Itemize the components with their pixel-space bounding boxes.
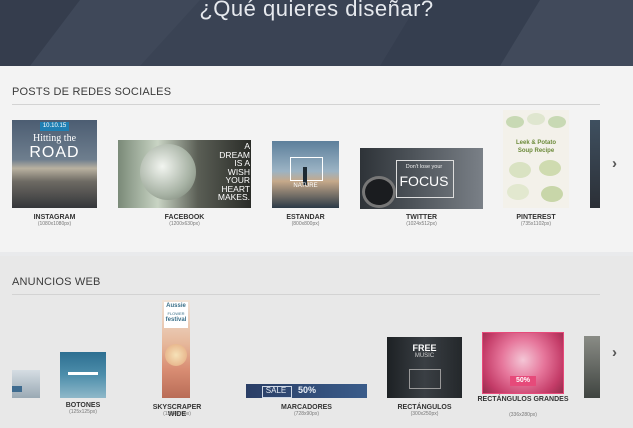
template-rectangulos[interactable]: FREE MUSIC RECTÁNGULOS (300x250px) — [387, 337, 462, 418]
soup-bowl — [507, 184, 529, 200]
thumb-quote-line: MAKES. — [217, 192, 250, 202]
thumb-shape — [12, 386, 22, 392]
template-marcadores[interactable]: SALE 50% MARCADORES (728x90px) — [246, 384, 367, 418]
thumb-text: Hitting the — [32, 133, 77, 144]
facebook-thumbnail: A DREAM IS A WISH YOUR HEART MAKES. — [118, 140, 251, 208]
thumb-text: Soup Recipe — [517, 148, 555, 154]
thumb-text-line — [68, 372, 98, 375]
template-size: (728x90px) — [293, 411, 319, 417]
thumb-text: Aussie — [166, 303, 186, 309]
rectangulos-thumbnail: FREE MUSIC — [387, 337, 462, 398]
camera-lens — [362, 176, 396, 208]
template-label: ESTANDAR — [286, 214, 325, 221]
thumb-text: FREE — [412, 343, 437, 353]
template-size: (1024x512px) — [406, 221, 437, 227]
soup-bowl — [527, 113, 545, 125]
template-estandar[interactable]: NATURE ESTANDAR (800x800px) — [272, 141, 339, 230]
template-label: MARCADORES — [281, 404, 332, 411]
hero-title: ¿Qué quieres diseñar? — [199, 0, 434, 21]
template-partial[interactable] — [590, 120, 600, 208]
template-size: (1200x630px) — [169, 221, 200, 227]
thumb-frame — [409, 369, 441, 389]
thumb-text: 50% — [297, 385, 316, 395]
chevron-right-icon[interactable]: › — [612, 155, 617, 172]
template-size: (800x800px) — [291, 221, 320, 227]
template-label: RECTÁNGULOS — [397, 404, 452, 411]
template-skyscraper[interactable]: Aussie FLOWER festival SKYSCRAPER WIDE (… — [144, 300, 210, 418]
template-size: (735x1102px) — [520, 221, 552, 227]
thumb-text: FOCUS — [399, 173, 449, 189]
soup-bowl — [509, 162, 531, 178]
template-size: (336x280px) — [509, 412, 537, 418]
chevron-right-icon[interactable]: › — [612, 344, 617, 361]
template-label: PINTEREST — [516, 214, 556, 221]
template-partial[interactable] — [12, 370, 40, 398]
flower-image — [165, 344, 187, 366]
soup-bowl — [539, 160, 561, 176]
thumb-text: NATURE — [293, 183, 318, 189]
thumb-text: Don't lose your — [405, 164, 443, 170]
soup-bowl — [541, 186, 563, 202]
thumb-text: Leek & Potato — [515, 140, 556, 146]
template-botones[interactable]: BOTONES (125x125px) — [60, 352, 106, 418]
section-divider — [12, 294, 600, 295]
template-instagram[interactable]: 10.10.15 Hitting the ROAD INSTAGRAM (108… — [12, 120, 97, 230]
botones-thumbnail — [60, 352, 106, 398]
skyscraper-thumbnail: Aussie FLOWER festival — [162, 300, 190, 398]
social-posts-section: POSTS DE REDES SOCIALES 10.10.15 Hitting… — [0, 66, 633, 252]
dandelion-image — [140, 144, 196, 200]
template-twitter[interactable]: Don't lose your FOCUS TWITTER (1024x512p… — [360, 148, 483, 230]
thumb-date: 10.10.15 — [42, 123, 67, 129]
estandar-thumbnail: NATURE — [272, 141, 339, 208]
pinterest-thumbnail: Leek & Potato Soup Recipe — [503, 110, 569, 208]
rectangulos-grandes-thumbnail: 50% — [482, 332, 564, 394]
thumb-text: FLOWER — [167, 311, 185, 316]
template-pinterest[interactable]: Leek & Potato Soup Recipe PINTEREST (735… — [503, 110, 569, 230]
template-size: (300x250px) — [410, 411, 439, 417]
thumb-text: SALE — [265, 386, 287, 395]
template-label: FACEBOOK — [164, 214, 205, 221]
thumb-quote: A DREAM IS A WISH YOUR HEART MAKES. — [202, 142, 250, 202]
twitter-thumbnail: Don't lose your FOCUS — [360, 148, 483, 209]
section-title: POSTS DE REDES SOCIALES — [12, 86, 172, 98]
soup-bowl — [506, 116, 524, 128]
thumb-text: festival — [165, 317, 187, 323]
thumb-text: MUSIC — [414, 353, 435, 359]
template-partial[interactable] — [584, 336, 600, 398]
template-size: (1080x1080px) — [37, 221, 72, 227]
template-label: TWITTER — [405, 214, 438, 221]
hero-banner: ¿Qué quieres diseñar? — [0, 0, 633, 66]
template-label: INSTAGRAM — [33, 214, 76, 221]
section-title: ANUNCIOS WEB — [12, 276, 101, 288]
web-ads-section: ANUNCIOS WEB BOTONES (125x125px) Aussie … — [0, 256, 633, 428]
thumb-text: 50% — [515, 377, 530, 384]
template-facebook[interactable]: A DREAM IS A WISH YOUR HEART MAKES. FACEBOOK (… — [118, 140, 251, 230]
template-label: BOTONES — [65, 402, 101, 409]
template-rectangulos-grandes[interactable]: 50% RECTÁNGULOS GRANDES (336x280px) — [477, 332, 569, 422]
template-label: RECTÁNGULOS GRANDES — [477, 396, 569, 403]
thumb-text: ROAD — [29, 144, 80, 161]
marcadores-thumbnail: SALE 50% — [246, 384, 367, 398]
soup-bowl — [548, 116, 566, 128]
instagram-thumbnail: 10.10.15 Hitting the ROAD — [12, 120, 97, 208]
template-size: (125x125px) — [69, 409, 97, 415]
template-size: (120x600px) — [163, 411, 191, 417]
section-divider — [12, 104, 600, 105]
